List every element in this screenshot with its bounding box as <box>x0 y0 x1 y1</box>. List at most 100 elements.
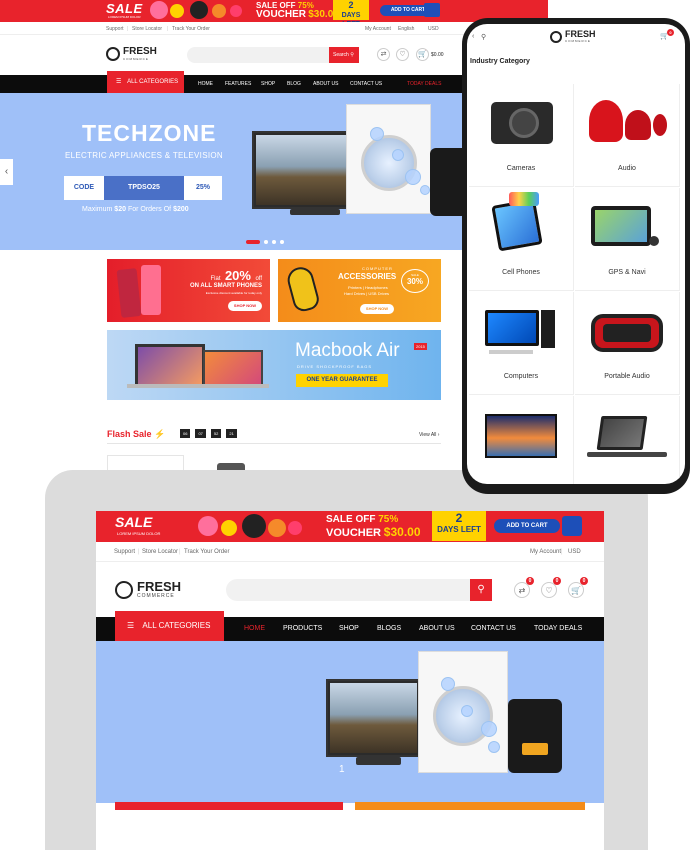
category-tv[interactable] <box>469 396 574 484</box>
gift-icon <box>198 516 218 536</box>
nav-contact[interactable]: CONTACT US <box>471 625 516 632</box>
wishlist-icon[interactable]: ♡ <box>396 48 409 61</box>
nav-today-deals[interactable]: TODAY DEALS <box>407 81 441 87</box>
nav-contact[interactable]: CONTACT US <box>350 81 382 87</box>
nav-shop[interactable]: SHOP <box>261 81 275 87</box>
track-order-link[interactable]: Track Your Order <box>172 26 210 32</box>
search-button[interactable]: ⚲ <box>470 579 492 601</box>
guarantee-badge: ONE YEAR GUARANTEE <box>296 374 388 387</box>
slider-dots[interactable] <box>246 231 288 249</box>
promo-offer: SALE OFF 75% VOUCHER $30.00 <box>256 1 339 20</box>
gps-image <box>591 206 651 246</box>
person-icon <box>242 514 266 538</box>
cart-total: $0.00 <box>431 52 444 58</box>
search-input[interactable] <box>226 579 492 601</box>
product-card[interactable] <box>107 455 184 470</box>
category-cell-phones[interactable]: Cell Phones <box>469 188 574 291</box>
nav-blog[interactable]: BLOG <box>287 81 301 87</box>
nav-features[interactable]: FEATURES <box>225 81 251 87</box>
search-icon[interactable]: ⚲ <box>481 33 486 41</box>
washing-machine-image <box>346 104 431 214</box>
nav-about[interactable]: ABOUT US <box>419 625 455 632</box>
promo-banner[interactable]: SALE LOREM IPSUM DOLOR SALE OFF 75% VOUC… <box>96 511 604 542</box>
prev-slide-arrow-icon[interactable]: ‹ <box>0 159 13 185</box>
flash-sale-timer: 06 07 52 21 <box>180 429 237 438</box>
support-link[interactable]: Support <box>114 549 135 555</box>
all-categories-button[interactable]: ☰ ALL CATEGORIES <box>107 71 184 93</box>
phone-screen: ‹ ⚲ FRESH COMMERCE 🛒 0 Industry Category… <box>467 24 685 484</box>
macbook-title: Macbook Air <box>295 340 400 361</box>
person-icon <box>190 1 208 19</box>
laptop-image <box>596 416 648 450</box>
accessories-banner[interactable] <box>355 802 585 810</box>
slide-number: 1 <box>339 764 345 775</box>
store-locator-link[interactable]: Store Locator <box>132 26 162 32</box>
category-laptops[interactable] <box>575 396 680 484</box>
language-select[interactable]: English <box>398 26 414 32</box>
back-icon[interactable]: ‹ <box>472 33 474 40</box>
smartphones-banner[interactable]: Flat 20% off ON ALL SMART PHONES Exclusi… <box>107 259 270 322</box>
speaker-image <box>591 314 663 352</box>
coupon-box: CODE TPDSO25 25% <box>64 176 222 200</box>
support-link[interactable]: Support <box>106 26 124 32</box>
gift-icon <box>150 1 168 19</box>
phone-image <box>491 198 543 252</box>
category-computers[interactable]: Computers <box>469 292 574 395</box>
shop-now-button[interactable]: SHOP NOW <box>228 301 262 311</box>
promo-days-left: 2 DAYS LEFT <box>432 511 486 541</box>
nav-blogs[interactable]: BLOGS <box>377 625 401 632</box>
promo-add-to-cart-button[interactable]: ADD TO CART <box>494 519 560 533</box>
product-image <box>217 463 245 470</box>
hero-subtitle: ELECTRIC APPLIANCES & TELEVISION <box>65 151 223 160</box>
site-logo[interactable]: FRESH COMMERCE <box>106 47 157 61</box>
hero-slider: 1 <box>96 641 604 803</box>
logo-mark-icon <box>106 47 120 61</box>
nav-today-deals[interactable]: TODAY DEALS <box>534 625 582 632</box>
basket-icon <box>424 3 440 17</box>
search-icon: ⚲ <box>350 52 354 58</box>
currency-select[interactable]: USD <box>568 549 581 555</box>
phone-image <box>141 265 161 315</box>
nav-products[interactable]: PRODUCTS <box>283 625 322 632</box>
shop-now-button[interactable]: SHOP NOW <box>360 304 394 314</box>
sale-badge: SALE 30% <box>401 269 429 293</box>
mouse-image <box>284 264 322 314</box>
laptop-image <box>203 350 263 384</box>
lightning-icon: ⚡ <box>154 429 166 439</box>
macbook-banner[interactable]: Macbook Air 2015 DRIVE SHOCKPROOF BAGS O… <box>107 330 441 400</box>
laptop-image <box>135 344 205 384</box>
cart-icon[interactable]: 🛒 <box>416 48 429 61</box>
track-order-link[interactable]: Track Your Order <box>184 549 229 555</box>
nav-about[interactable]: ABOUT US <box>313 81 338 87</box>
promo-days-left: 2DAYS LEFT <box>333 0 369 22</box>
compare-icon[interactable]: ⇄ <box>377 48 390 61</box>
coupon-code[interactable]: TPDSO25 <box>104 176 184 200</box>
nav-home[interactable]: HOME <box>198 81 213 87</box>
air-fryer-image <box>508 699 562 773</box>
category-grid: Cameras Audio Cell Phones GPS & Navi Com… <box>469 84 681 484</box>
currency-select[interactable]: USD <box>428 26 439 32</box>
top-utility-bar: Support | Store Locator | Track Your Ord… <box>96 542 604 562</box>
nav-shop[interactable]: SHOP <box>339 625 359 632</box>
smartphones-banner[interactable] <box>115 802 343 810</box>
menu-icon: ☰ <box>116 79 122 85</box>
account-link[interactable]: My Account <box>530 549 561 555</box>
category-portable-audio[interactable]: Portable Audio <box>575 292 680 395</box>
tablet-screen: SALE LOREM IPSUM DOLOR SALE OFF 75% VOUC… <box>96 511 604 850</box>
account-link[interactable]: My Account <box>365 26 391 32</box>
search-button[interactable]: Search ⚲ <box>329 47 359 63</box>
gift-icon <box>230 5 242 17</box>
all-categories-button[interactable]: ☰ ALL CATEGORIES <box>115 611 224 641</box>
category-cameras[interactable]: Cameras <box>469 84 574 187</box>
hero-title: TECHZONE <box>82 120 217 146</box>
site-logo[interactable]: FRESH COMMERCE <box>115 580 181 599</box>
view-all-link[interactable]: View All › <box>419 432 439 438</box>
nav-home[interactable]: HOME <box>244 625 265 632</box>
category-audio[interactable]: Audio <box>575 84 680 187</box>
promo-banner[interactable]: SALE LOREM IPSUM DOLOR SALE OFF 75% VOUC… <box>0 0 548 22</box>
main-nav: ☰ ALL CATEGORIES HOME PRODUCTS SHOP BLOG… <box>96 611 604 641</box>
accessories-banner[interactable]: COMPUTER ACCESSORIES Printers | Headphon… <box>278 259 441 322</box>
category-gps[interactable]: GPS & Navi <box>575 188 680 291</box>
store-locator-link[interactable]: Store Locator <box>142 549 178 555</box>
site-logo[interactable]: FRESH COMMERCE <box>550 30 596 43</box>
